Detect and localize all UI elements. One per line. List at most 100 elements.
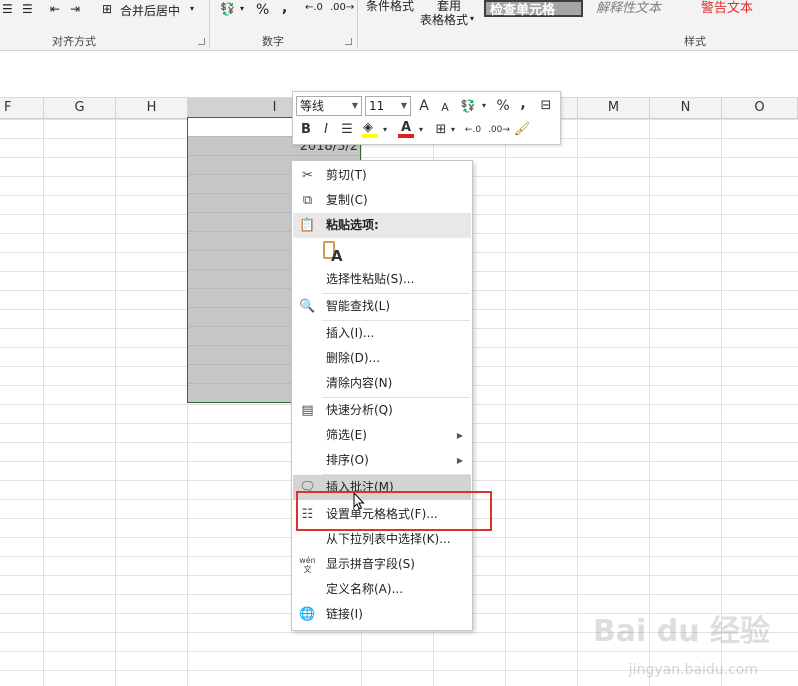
merge-center-icon: ⊞ bbox=[102, 2, 113, 16]
style-explanatory[interactable]: 解释性文本 bbox=[592, 0, 688, 17]
font-name-value: 等线 bbox=[300, 99, 325, 113]
number-group-label: 数字 bbox=[262, 35, 284, 48]
font-color-swatch bbox=[398, 134, 414, 138]
align-left-icon[interactable]: ☰ bbox=[2, 2, 13, 16]
table-format-button[interactable]: 表格格式 bbox=[420, 11, 468, 28]
menu-item-label: 智能查找(L) bbox=[326, 299, 391, 313]
globe-link-icon: 🌐 bbox=[299, 607, 316, 622]
accounting-dropdown-icon[interactable]: ▾ bbox=[240, 4, 244, 13]
quick-analysis-icon: ▤ bbox=[301, 403, 314, 418]
chevron-down-icon[interactable]: ▼ bbox=[352, 97, 358, 115]
align-center-icon[interactable]: ☰ bbox=[339, 120, 355, 140]
menu-item-label: 显示拼音字段(S) bbox=[326, 557, 415, 571]
comma-button[interactable]: , bbox=[517, 94, 529, 114]
menu-item-paste-special[interactable]: 选择性粘贴(S)... bbox=[293, 267, 471, 292]
decrease-decimal-button[interactable]: .00→ bbox=[487, 120, 511, 140]
bold-button[interactable]: B bbox=[299, 120, 313, 140]
style-warning[interactable]: 警告文本 bbox=[697, 0, 777, 17]
decrease-decimal-button[interactable]: .00→ bbox=[330, 2, 354, 13]
menu-item-phonetic[interactable]: wén 文 显示拼音字段(S) bbox=[293, 552, 471, 577]
menu-item-label: 筛选(E) bbox=[326, 428, 367, 442]
accounting-format-icon[interactable]: 💱 bbox=[457, 96, 479, 116]
format-painter-icon[interactable]: 🖌 bbox=[513, 120, 531, 140]
font-size-value: 11 bbox=[369, 99, 385, 113]
menu-item-smart-lookup[interactable]: 🔍 智能查找(L) bbox=[293, 294, 471, 319]
increase-decimal-button[interactable]: ←.0 bbox=[305, 2, 323, 13]
comma-button[interactable]: , bbox=[282, 0, 287, 16]
chevron-down-icon[interactable]: ▾ bbox=[479, 96, 489, 116]
menu-item-link[interactable]: 🌐 链接(I) bbox=[293, 602, 471, 627]
accounting-format-icon[interactable]: 💱 bbox=[220, 2, 235, 16]
context-menu: ✂ 剪切(T) ⧉ 复制(C) 📋 粘贴选项: A 选择性粘贴(S)... 🔍 … bbox=[291, 160, 473, 631]
menu-item-sort[interactable]: 排序(O) ▶ bbox=[293, 448, 471, 473]
column-header-f[interactable]: F bbox=[0, 98, 44, 118]
menu-item-label: 插入(I)... bbox=[326, 326, 375, 340]
column-header-g[interactable]: G bbox=[44, 98, 116, 118]
ribbon-divider bbox=[357, 0, 358, 48]
menu-item-clear-contents[interactable]: 清除内容(N) bbox=[293, 371, 471, 396]
chevron-down-icon[interactable]: ▾ bbox=[381, 120, 389, 140]
increase-indent-icon[interactable]: ⇥ bbox=[70, 2, 80, 16]
phonetic-icon: wén 文 bbox=[299, 556, 316, 574]
scissors-icon: ✂ bbox=[302, 168, 313, 183]
watermark-logo: Bai du 经验 bbox=[592, 614, 770, 649]
style-check-cell[interactable]: 检查单元格 bbox=[484, 0, 583, 18]
menu-item-insert[interactable]: 插入(I)... bbox=[293, 321, 471, 346]
increase-decimal-button[interactable]: ←.0 bbox=[461, 120, 485, 140]
grow-font-button[interactable]: A bbox=[417, 96, 431, 116]
font-color-button[interactable]: A bbox=[397, 118, 415, 138]
decrease-indent-icon[interactable]: ⇤ bbox=[50, 2, 60, 16]
align-right-icon[interactable]: ☰ bbox=[22, 2, 33, 16]
menu-item-label: 删除(D)... bbox=[326, 351, 381, 365]
grid-line bbox=[721, 119, 722, 686]
merge-center-button[interactable]: 合并后居中 bbox=[120, 2, 180, 19]
percent-button[interactable]: % bbox=[495, 96, 511, 116]
grid-line bbox=[115, 119, 116, 686]
ribbon-divider bbox=[209, 0, 210, 48]
font-name-combo[interactable]: 等线 ▼ bbox=[296, 96, 362, 116]
table-format-dropdown-icon[interactable]: ▾ bbox=[470, 14, 474, 23]
menu-item-label: 复制(C) bbox=[326, 193, 368, 207]
borders-icon[interactable]: ⊞ bbox=[433, 120, 449, 140]
chevron-down-icon[interactable]: ▾ bbox=[417, 120, 425, 140]
menu-item-quick-analysis[interactable]: ▤ 快速分析(Q) bbox=[293, 398, 471, 423]
paste-values-button[interactable]: A bbox=[323, 241, 345, 265]
format-table-icon[interactable]: ⊟ bbox=[537, 96, 555, 116]
menu-item-label: 选择性粘贴(S)... bbox=[326, 272, 415, 286]
alignment-group-label: 对齐方式 bbox=[52, 35, 96, 48]
menu-item-filter[interactable]: 筛选(E) ▶ bbox=[293, 423, 471, 448]
conditional-format-button[interactable]: 条件格式 bbox=[366, 0, 414, 14]
fill-color-icon[interactable]: ◈ bbox=[361, 118, 379, 138]
menu-item-label: 剪切(T) bbox=[326, 168, 367, 182]
italic-button[interactable]: I bbox=[319, 120, 333, 140]
menu-item-label: 排序(O) bbox=[326, 453, 369, 467]
shrink-font-button[interactable]: A bbox=[439, 98, 451, 118]
menu-item-cut[interactable]: ✂ 剪切(T) bbox=[293, 163, 471, 188]
chevron-down-icon[interactable]: ▼ bbox=[401, 97, 407, 115]
annotation-highlight-box bbox=[296, 491, 492, 531]
font-size-combo[interactable]: 11 ▼ bbox=[365, 96, 411, 116]
grid-line bbox=[43, 119, 44, 686]
watermark-url: jingyan.baidu.com bbox=[628, 662, 758, 678]
column-header-n[interactable]: N bbox=[650, 98, 722, 118]
number-launcher-icon[interactable] bbox=[345, 38, 352, 45]
menu-item-label: 定义名称(A)... bbox=[326, 582, 404, 596]
chevron-right-icon: ▶ bbox=[456, 431, 463, 440]
column-header-h[interactable]: H bbox=[116, 98, 188, 118]
ribbon: ☰ ☰ ⇤ ⇥ ⊞ 合并后居中 ▾ 对齐方式 💱 ▾ % , ←.0 .00→ … bbox=[0, 0, 798, 51]
column-header-o[interactable]: O bbox=[722, 98, 798, 118]
column-header-m[interactable]: M bbox=[578, 98, 650, 118]
merge-dropdown-icon[interactable]: ▾ bbox=[190, 4, 194, 13]
clipboard-icon: 📋 bbox=[299, 218, 316, 233]
percent-button[interactable]: % bbox=[256, 2, 269, 18]
menu-item-delete[interactable]: 删除(D)... bbox=[293, 346, 471, 371]
menu-item-define-name[interactable]: 定义名称(A)... bbox=[293, 577, 471, 602]
menu-item-label: 清除内容(N) bbox=[326, 376, 393, 390]
chevron-right-icon: ▶ bbox=[456, 456, 463, 465]
fill-color-swatch bbox=[362, 134, 378, 138]
chevron-down-icon[interactable]: ▾ bbox=[449, 120, 457, 140]
copy-icon: ⧉ bbox=[302, 193, 313, 208]
menu-item-copy[interactable]: ⧉ 复制(C) bbox=[293, 188, 471, 213]
styles-group-label: 样式 bbox=[684, 35, 706, 48]
alignment-launcher-icon[interactable] bbox=[198, 38, 205, 45]
